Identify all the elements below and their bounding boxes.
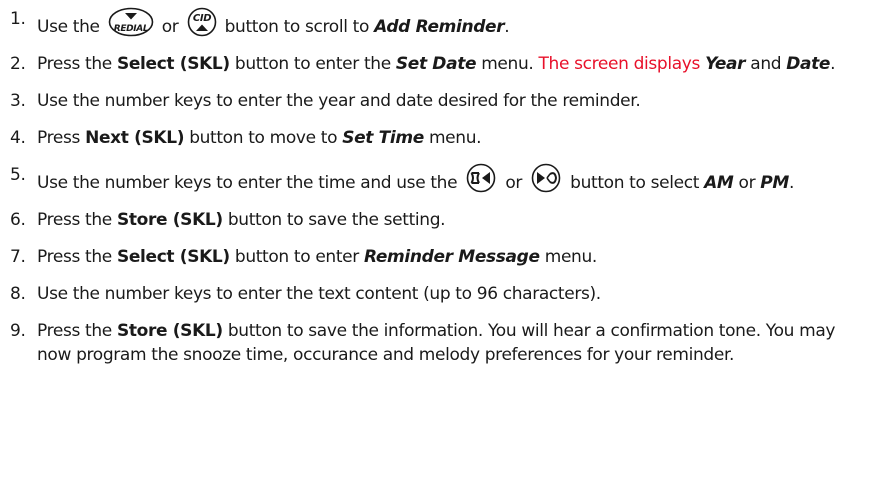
step-text: Use the number keys to enter the text co… (37, 284, 601, 304)
step-text: Press Next (SKL) button to move to Set T… (37, 128, 482, 148)
step-number: 8. (10, 284, 26, 304)
step-text: Use the number keys to enter the year an… (37, 91, 641, 111)
list-item: 8. Use the number keys to enter the text… (10, 282, 870, 306)
list-item: 4. Press Next (SKL) button to move to Se… (10, 126, 870, 150)
step-number: 6. (10, 210, 26, 230)
list-item: 9. Press the Store (SKL) button to save … (10, 319, 870, 367)
left-arrow-button-icon (465, 163, 497, 193)
right-arrow-button-icon (530, 163, 562, 193)
step-text: Use the REDIAL or CID button to scroll t… (37, 7, 870, 39)
step-text: Press the Store (SKL) button to save the… (37, 210, 446, 230)
step-number: 1. (10, 9, 26, 29)
list-item: 5. Use the number keys to enter the time… (10, 163, 870, 195)
instruction-list: 1. Use the REDIAL or CID button to scrol… (10, 7, 870, 367)
list-item: 1. Use the REDIAL or CID button to scrol… (10, 7, 870, 39)
list-item: 6. Press the Store (SKL) button to save … (10, 208, 870, 232)
cid-up-button-icon: CID (187, 7, 217, 37)
list-item: 2. Press the Select (SKL) button to ente… (10, 52, 870, 76)
list-item: 3. Use the number keys to enter the year… (10, 89, 870, 113)
step-text: Press the Store (SKL) button to save the… (37, 321, 836, 365)
step-number: 4. (10, 128, 26, 148)
svg-text:REDIAL: REDIAL (113, 24, 148, 34)
list-item: 7. Press the Select (SKL) button to ente… (10, 245, 870, 269)
step-text: Press the Select (SKL) button to enter R… (37, 247, 597, 267)
step-text: Press the Select (SKL) button to enter t… (37, 54, 836, 74)
highlighted-note: The screen displays (538, 54, 701, 74)
step-text: Use the number keys to enter the time an… (37, 163, 870, 195)
step-number: 5. (10, 165, 26, 185)
svg-text:CID: CID (192, 13, 210, 24)
redial-down-button-icon: REDIAL (108, 7, 154, 37)
step-number: 7. (10, 247, 26, 267)
step-number: 3. (10, 91, 26, 111)
step-number: 9. (10, 321, 26, 341)
step-number: 2. (10, 54, 26, 74)
